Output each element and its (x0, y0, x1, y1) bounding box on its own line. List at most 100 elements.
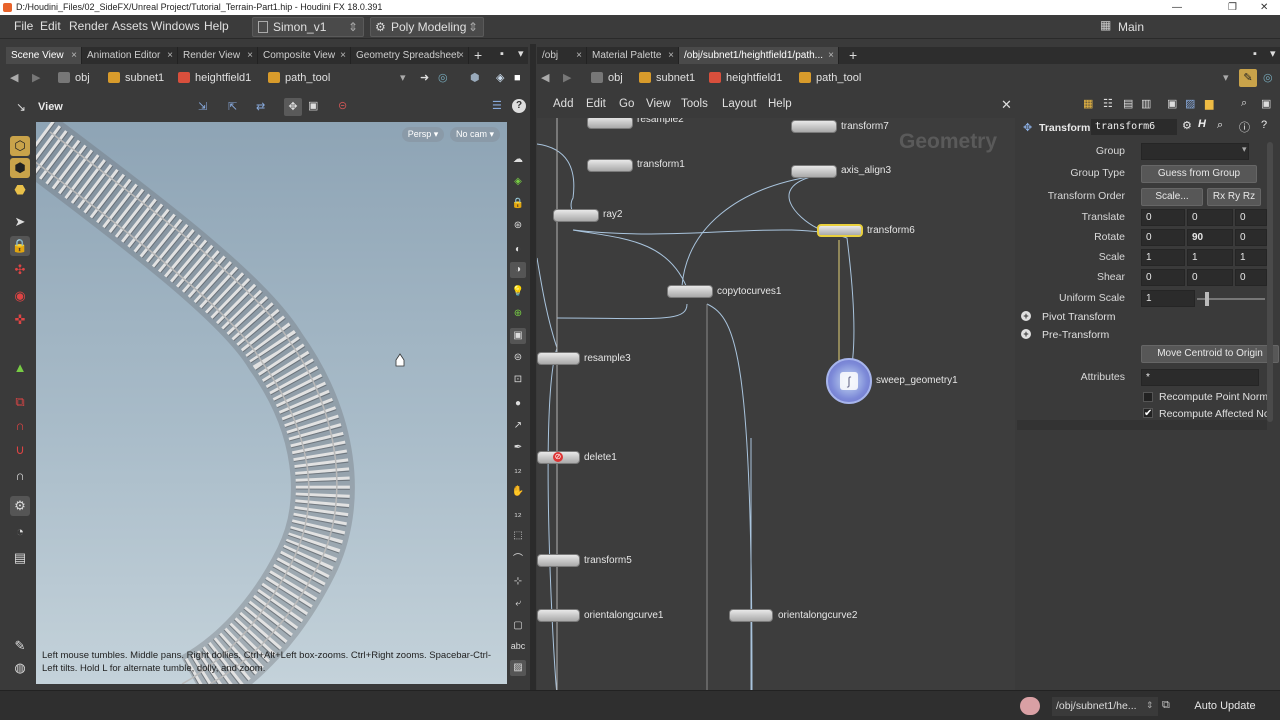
back-arrow-icon[interactable]: ◀ (10, 68, 18, 88)
node-axis-align3[interactable] (791, 165, 837, 178)
display-box-icon[interactable]: ■ (514, 68, 521, 88)
hda-help-icon[interactable]: H (1198, 118, 1206, 130)
net-menu-add[interactable]: Add (553, 98, 573, 110)
shading-icon[interactable]: ◐ (510, 242, 526, 258)
tab-animation-editor[interactable]: Animation Editor × (82, 47, 178, 64)
pen-icon[interactable]: ✒ (510, 440, 526, 456)
crumb-path-tool[interactable]: path_tool (268, 68, 330, 88)
scale-x-field[interactable]: 1 (1141, 249, 1185, 266)
grid-icon[interactable]: ▦ (1083, 97, 1093, 110)
back-arrow-icon[interactable]: ◀ (541, 68, 549, 88)
rotate-y-field[interactable]: 90 (1187, 229, 1233, 246)
magnet-tool-icon[interactable]: ∩ (10, 416, 30, 436)
camera-tool-icon[interactable]: ⚙ (10, 496, 30, 516)
tab-render-view[interactable]: Render View × (178, 47, 258, 64)
numbers-icon[interactable]: ₁₂ (510, 462, 526, 478)
tab-obj[interactable]: /obj × (537, 47, 587, 64)
link-icon[interactable]: ◎ (1263, 68, 1273, 88)
close-button[interactable]: ✕ (1260, 0, 1268, 15)
list-icon[interactable]: ▤ (1123, 97, 1133, 110)
geometry-icon[interactable]: ◈ (496, 68, 504, 88)
box-icon[interactable]: ▢ (510, 618, 526, 634)
forward-arrow-icon[interactable]: ▶ (563, 68, 571, 88)
menu-assets[interactable]: Assets (112, 19, 148, 33)
slider-handle[interactable] (1205, 292, 1209, 306)
prim-numbers-icon[interactable]: ₁₂ (510, 506, 526, 522)
vis-icon[interactable]: ⊛ (510, 218, 526, 234)
link-icon[interactable]: ◎ (438, 68, 448, 88)
notes-icon[interactable]: ✎ (10, 636, 30, 656)
param-help-icon[interactable]: ? (1261, 119, 1267, 131)
shear-y-field[interactable]: 0 (1187, 269, 1233, 286)
camera-menu[interactable]: No cam ▾ (450, 127, 500, 142)
brain-status-icon[interactable] (1020, 697, 1040, 715)
crumb-subnet1[interactable]: subnet1 (639, 68, 695, 88)
add-tab-icon[interactable]: + (849, 47, 857, 63)
node-transform7[interactable] (791, 120, 837, 133)
crumb-path-tool[interactable]: path_tool (799, 68, 861, 88)
node-resample3[interactable] (537, 352, 580, 365)
param-horizontal-scrollbar[interactable] (1017, 420, 1267, 430)
node-transform5[interactable] (537, 554, 580, 567)
add-tab-icon[interactable]: + (474, 47, 482, 63)
node-sweep-geometry1[interactable]: ʃ (826, 358, 872, 404)
rotate-tool-icon[interactable]: ◉ (10, 286, 30, 306)
param-scrollbar[interactable] (1267, 142, 1273, 422)
lock-view-icon[interactable]: 🔒 (510, 196, 526, 212)
path-dropdown-icon[interactable]: ▾ (1223, 68, 1229, 88)
handle-tool-icon[interactable]: ⬡ (10, 136, 30, 156)
recompute-normals-checkbox[interactable] (1143, 392, 1153, 402)
help-icon[interactable]: ? (512, 99, 526, 113)
network-editor[interactable]: Geometry resample2 transform1 ray2 trans… (537, 118, 1015, 690)
node-resample2[interactable] (587, 118, 633, 129)
pin-icon[interactable]: ➜ (420, 68, 429, 88)
pin-pane-icon[interactable]: ✎ (1239, 69, 1257, 87)
node-transform6[interactable] (817, 224, 863, 237)
snap-tool-icon[interactable]: ∪ (10, 440, 30, 460)
shelf-selector[interactable]: ⚙ Poly Modeling ⇕ (370, 17, 484, 37)
move-tool-icon[interactable]: ✣ (10, 260, 30, 280)
view-axis-icon[interactable]: ⊕ (510, 306, 526, 322)
scale-tool-icon[interactable]: ✜ (10, 310, 30, 330)
transform-tool-icon[interactable]: ⬢ (10, 158, 30, 178)
window-icon[interactable]: ▣ (1167, 97, 1177, 110)
uniform-scale-field[interactable]: 1 (1141, 290, 1195, 307)
pivot-transform-folder[interactable]: + Pivot Transform (1017, 309, 1267, 329)
light-icon[interactable]: ☁ (510, 152, 526, 168)
image-icon[interactable]: ▨ (510, 660, 526, 676)
lighting-icon[interactable]: ◑ (510, 262, 526, 278)
selection-mode-icon[interactable]: ⇲ (198, 100, 207, 113)
pane-close-icon[interactable]: ▾ (518, 47, 524, 60)
path-dropdown-icon[interactable]: ▾ (400, 68, 406, 88)
object-icon[interactable]: ⬢ (470, 68, 480, 88)
brush-tool-icon[interactable]: ⬣ (10, 180, 30, 200)
settings-gear-icon[interactable]: ⚙ (1182, 119, 1192, 132)
ghost-icon[interactable]: ◈ (510, 174, 526, 190)
lock-icon[interactable]: 🔒 (10, 236, 30, 256)
crumb-obj[interactable]: obj (591, 68, 623, 88)
stop-icon[interactable]: ⊝ (338, 99, 347, 112)
minimize-button[interactable]: — (1172, 0, 1182, 15)
curve-icon[interactable]: ⌒ (510, 552, 526, 568)
search-icon[interactable]: ⌕ (1241, 97, 1247, 110)
shear-z-field[interactable]: 0 (1235, 269, 1267, 286)
pane-menu-icon[interactable]: ▪ (1253, 48, 1257, 60)
snap-grid-icon[interactable]: ⊹ (510, 574, 526, 590)
shear-x-field[interactable]: 0 (1141, 269, 1185, 286)
update-mode-button[interactable]: Auto Update (1180, 697, 1270, 716)
display-options-icon[interactable]: ▤ (10, 548, 30, 568)
square-icon[interactable] (510, 594, 526, 610)
desktop-selector[interactable]: Simon_v1 ⇕ (252, 17, 364, 37)
crumb-subnet1[interactable]: subnet1 (108, 68, 164, 88)
viewer-options-icon[interactable]: ☰ (492, 99, 502, 112)
net-menu-view[interactable]: View (646, 98, 671, 110)
scale-y-field[interactable]: 1 (1187, 249, 1233, 266)
tab-material-palette[interactable]: Material Palette × (587, 47, 679, 64)
hand-icon[interactable]: ✋ (510, 484, 526, 500)
menu-file[interactable]: File (14, 19, 33, 33)
point-icon[interactable]: ● (510, 396, 526, 412)
move-centroid-button[interactable]: Move Centroid to Origin (1141, 345, 1279, 363)
visibility-icon[interactable]: ◔ (10, 522, 30, 542)
view-arrow-icon[interactable]: ↘ (16, 100, 26, 114)
pre-transform-folder[interactable]: + Pre-Transform (1017, 327, 1267, 347)
